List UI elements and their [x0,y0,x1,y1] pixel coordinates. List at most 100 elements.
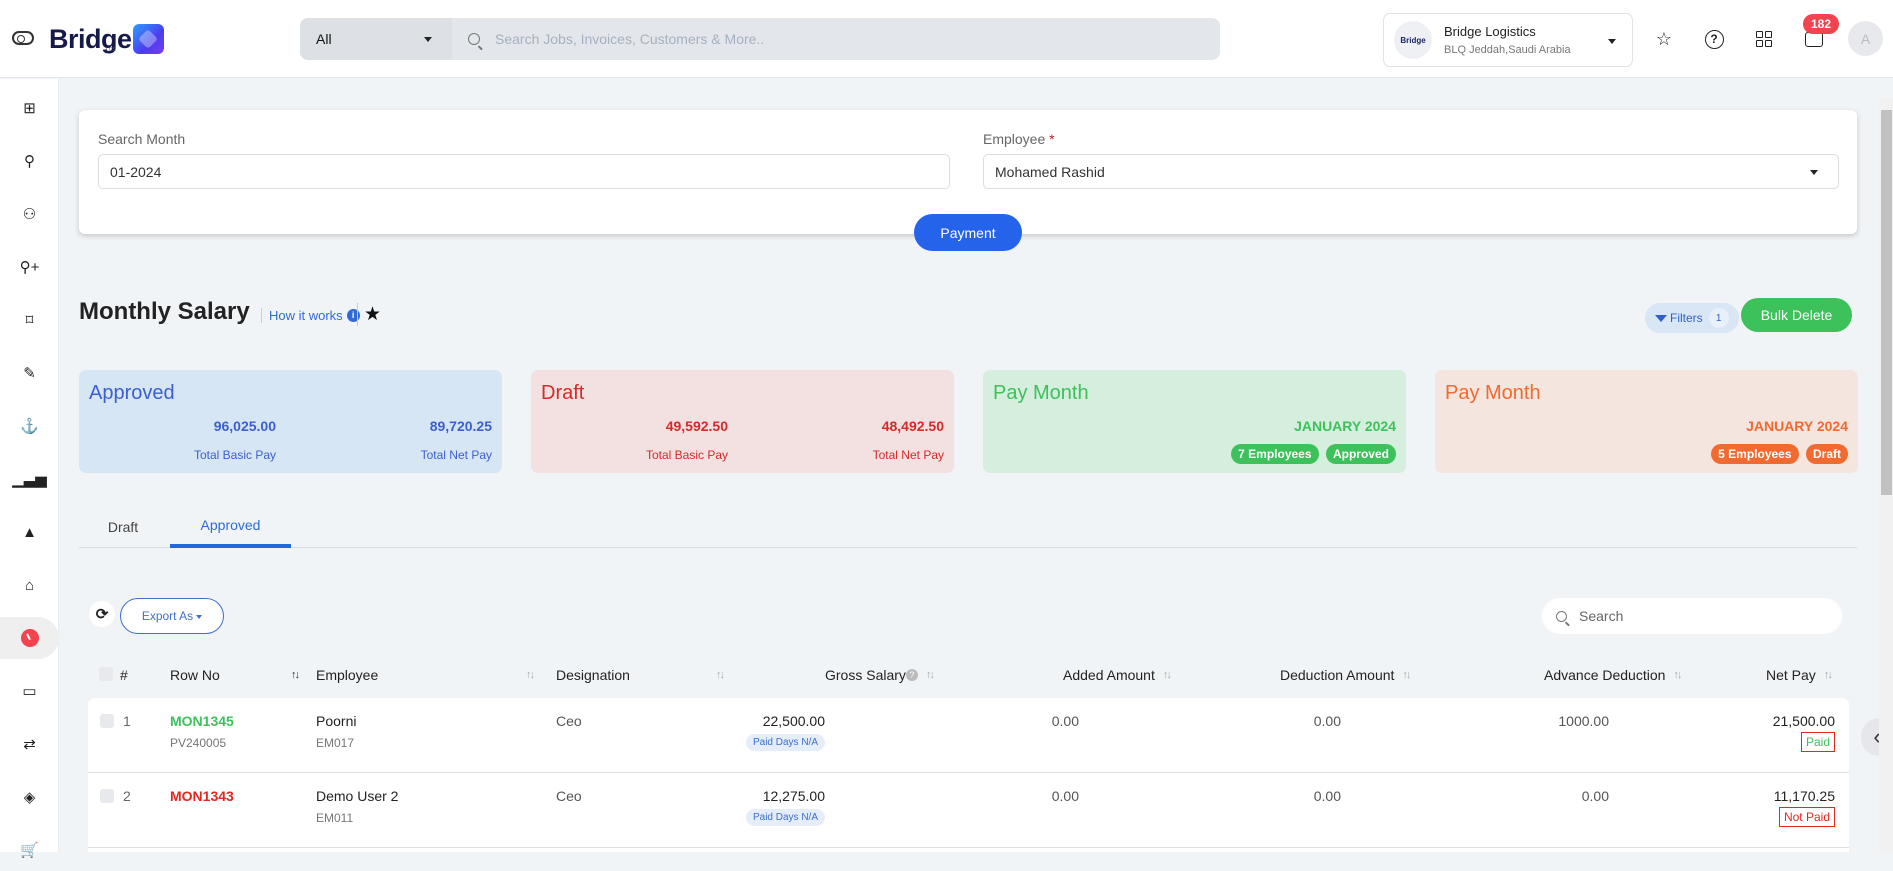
total-net-pay-label: Total Net Pay [872,448,944,462]
col-deduction-amount[interactable]: Deduction Amount ↑↓ [1280,667,1411,683]
filters-label: Filters [1670,311,1703,325]
tab-approved[interactable]: Approved [170,506,291,548]
sidebar-item-tag[interactable]: ⌂ [0,564,59,606]
search-month-input[interactable]: 01-2024 [98,154,950,189]
payment-button[interactable]: Payment [914,214,1022,251]
advance-deduction: 0.00 [1581,788,1609,804]
total-basic-pay-value: 49,592.50 [665,418,728,434]
star-icon[interactable]: ☆ [1653,28,1675,50]
stat-title: Pay Month [993,382,1089,404]
bulk-delete-button[interactable]: Bulk Delete [1741,298,1852,332]
row-checkbox[interactable] [100,789,114,803]
table-row[interactable]: 1 MON1345 PV240005 Poorni EM017 Ceo 22,5… [88,698,1849,773]
select-all-checkbox[interactable] [99,667,113,681]
sidebar-item-users[interactable]: ⚇ [0,193,59,235]
col-label: Added Amount [1063,667,1155,683]
filters-button[interactable]: Filters 1 [1645,303,1739,333]
page-scrollbar[interactable] [1879,98,1893,852]
search-scope-value: All [316,31,332,47]
sort-icon: ↑↓ [1673,669,1682,681]
employee-code: EM017 [316,736,355,750]
table-search-input[interactable] [1579,608,1760,624]
sidebar-item-modules[interactable]: ◈ [0,776,59,818]
notification-badge: 182 [1803,14,1840,34]
sidebar-item-add-user[interactable]: ⚲+ [0,246,59,288]
deduction-amount: 0.00 [1313,788,1341,804]
refresh-icon[interactable]: ⟳ [89,601,115,627]
total-net-pay-label: Total Net Pay [420,448,492,462]
global-search-input[interactable] [495,31,1195,47]
anchor-icon: ⚓ [20,418,39,435]
total-basic-pay-value: 96,025.00 [213,418,276,434]
net-pay: 11,170.25 [1773,788,1835,804]
company-logo: Bridge [1394,21,1432,59]
sidebar-item-user[interactable]: ⚲ [0,140,59,182]
how-it-works-link[interactable]: How it works i [261,308,360,323]
col-advance-deduction[interactable]: Advance Deduction ↑↓ [1544,667,1682,683]
company-location: BLQ Jeddah,Saudi Arabia [1444,44,1571,56]
total-net-pay-value: 89,720.25 [429,418,492,434]
total-basic-pay-label: Total Basic Pay [193,448,276,462]
sort-icon: ↑↓ [925,669,935,681]
employee-label-text: Employee [983,131,1046,147]
apps-grid-button[interactable] [1753,28,1775,50]
sidebar-item-reports[interactable]: ▁▃▅ [0,458,59,500]
row-no-link[interactable]: MON1345 [170,713,234,729]
company-name: Bridge Logistics [1444,24,1536,39]
sidebar-item-edit[interactable]: ✎ [0,352,59,394]
search-icon [1556,610,1567,622]
sort-icon: ↑↓ [1823,669,1833,681]
navigation-icon: ▲ [22,523,37,541]
col-label: Employee [316,667,379,683]
export-label: Export As [141,609,194,623]
stat-title: Pay Month [1445,382,1541,404]
col-gross-salary[interactable]: Gross Salary? ↑↓ [825,667,935,683]
filter-icon [1655,314,1667,322]
search-scope-select[interactable]: All [300,18,452,60]
avatar[interactable]: A [1848,21,1883,56]
col-label: Advance Deduction [1544,667,1666,683]
status-pill: Draft [1805,444,1848,464]
help-button[interactable]: ? [1703,28,1725,50]
payment-status: Not Paid [1778,807,1835,827]
pay-month-value: JANUARY 2024 [1294,418,1396,434]
logo-text: Bridge [49,23,132,54]
row-no-link[interactable]: MON1343 [170,788,234,804]
table-row[interactable]: 2 MON1343 Demo User 2 EM011 Ceo 12,275.0… [88,773,1849,848]
company-selector[interactable]: Bridge Bridge Logistics BLQ Jeddah,Saudi… [1383,13,1633,67]
toggle-icon[interactable] [12,31,34,45]
favorite-star-icon[interactable]: ★ [357,303,381,326]
status-pill: Approved [1325,444,1396,464]
sidebar-item-navigation[interactable]: ▲ [0,511,59,553]
col-designation[interactable]: Designation ↑↓ [556,667,725,683]
paid-days-badge: Paid Days N/A [745,809,825,826]
employee-code: EM011 [316,811,354,825]
employee-select[interactable]: Mohamed Rashid [983,154,1839,189]
total-basic-pay-label: Total Basic Pay [645,448,728,462]
sidebar-item-anchor[interactable]: ⚓ [0,405,59,447]
scrollbar-thumb[interactable] [1881,110,1892,495]
export-as-button[interactable]: Export As [120,598,224,634]
chevron-down-icon [1810,170,1818,175]
users-icon: ⚇ [22,206,37,223]
sort-icon: ↑↓ [1162,669,1172,681]
sidebar-item-transfers[interactable]: ⇄ [0,723,59,765]
sidebar-item-payroll[interactable] [0,617,59,659]
tab-draft[interactable]: Draft [89,506,157,548]
user-add-icon: ⚲+ [19,259,40,276]
col-net-pay[interactable]: Net Pay ↑↓ [1766,667,1833,683]
col-employee[interactable]: Employee ↑↓ [316,667,535,683]
employee-count-pill: 7 Employees [1231,444,1319,464]
paid-days-badge: Paid Days N/A [745,734,825,751]
col-row-no[interactable]: Row No ↑↓ [170,667,300,683]
sidebar-item-dashboard[interactable]: ⊞ [0,87,59,129]
sort-icon: ↑↓ [291,669,300,681]
logo-mark-icon [132,24,164,54]
sidebar-item-payments[interactable]: ▭ [0,670,59,712]
chevron-down-icon [1608,39,1616,44]
col-added-amount[interactable]: Added Amount ↑↓ [1063,667,1172,683]
sidebar-item-cart[interactable]: 🛒 [0,829,59,871]
clock-icon [20,629,39,647]
row-checkbox[interactable] [100,714,114,728]
sidebar-item-bookmark[interactable]: ⌑ [0,299,59,341]
